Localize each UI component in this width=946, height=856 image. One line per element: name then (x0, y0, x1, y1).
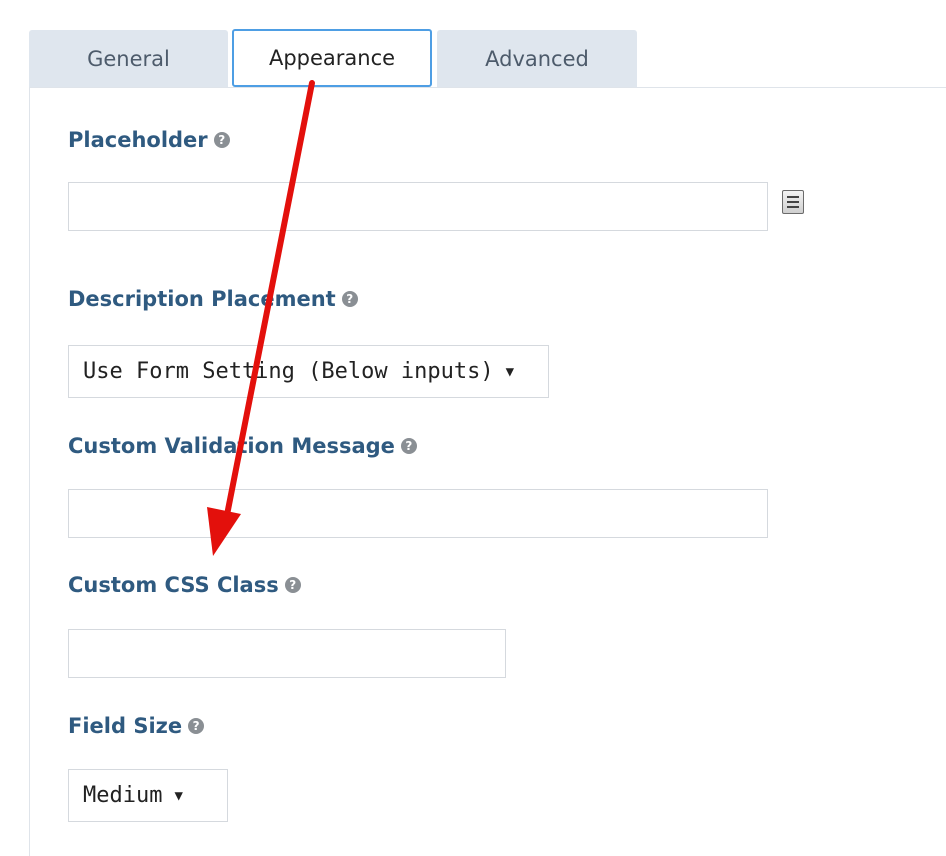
placeholder-label: Placeholder ? (68, 128, 230, 152)
help-icon[interactable]: ? (284, 577, 301, 593)
field-size-label-text: Field Size (68, 714, 183, 738)
tab-appearance[interactable]: Appearance (232, 29, 432, 87)
custom-validation-message-label-text: Custom Validation Message (68, 434, 395, 458)
merge-tag-icon[interactable] (782, 190, 804, 214)
field-size-label: Field Size ? (68, 714, 205, 738)
tab-appearance-label: Appearance (268, 46, 396, 70)
caret-down-icon: ▼ (505, 363, 515, 380)
field-size-select[interactable]: Medium ▼ (68, 769, 228, 822)
field-settings-page: General Appearance Advanced Placeholder … (0, 0, 946, 856)
description-placement-label-text: Description Placement (68, 287, 336, 311)
custom-validation-message-label: Custom Validation Message ? (68, 434, 417, 458)
tab-advanced[interactable]: Advanced (437, 30, 637, 88)
custom-css-class-input[interactable] (68, 629, 506, 678)
help-icon[interactable]: ? (400, 438, 417, 454)
help-icon[interactable]: ? (341, 291, 358, 307)
custom-css-class-label-text: Custom CSS Class (68, 573, 279, 597)
placeholder-label-text: Placeholder (68, 128, 208, 152)
help-icon[interactable]: ? (213, 132, 230, 148)
field-size-value: Medium (83, 783, 163, 808)
description-placement-value: Use Form Setting (Below inputs) (83, 359, 494, 384)
tab-general-label: General (87, 47, 170, 71)
help-icon[interactable]: ? (188, 718, 205, 734)
description-placement-select[interactable]: Use Form Setting (Below inputs) ▼ (68, 345, 549, 398)
caret-down-icon: ▼ (174, 787, 183, 804)
tab-advanced-label: Advanced (485, 47, 589, 71)
description-placement-label: Description Placement ? (68, 287, 358, 311)
custom-validation-message-input[interactable] (68, 489, 768, 538)
custom-css-class-label: Custom CSS Class ? (68, 573, 301, 597)
tab-general[interactable]: General (29, 30, 228, 88)
placeholder-input[interactable] (68, 182, 768, 231)
